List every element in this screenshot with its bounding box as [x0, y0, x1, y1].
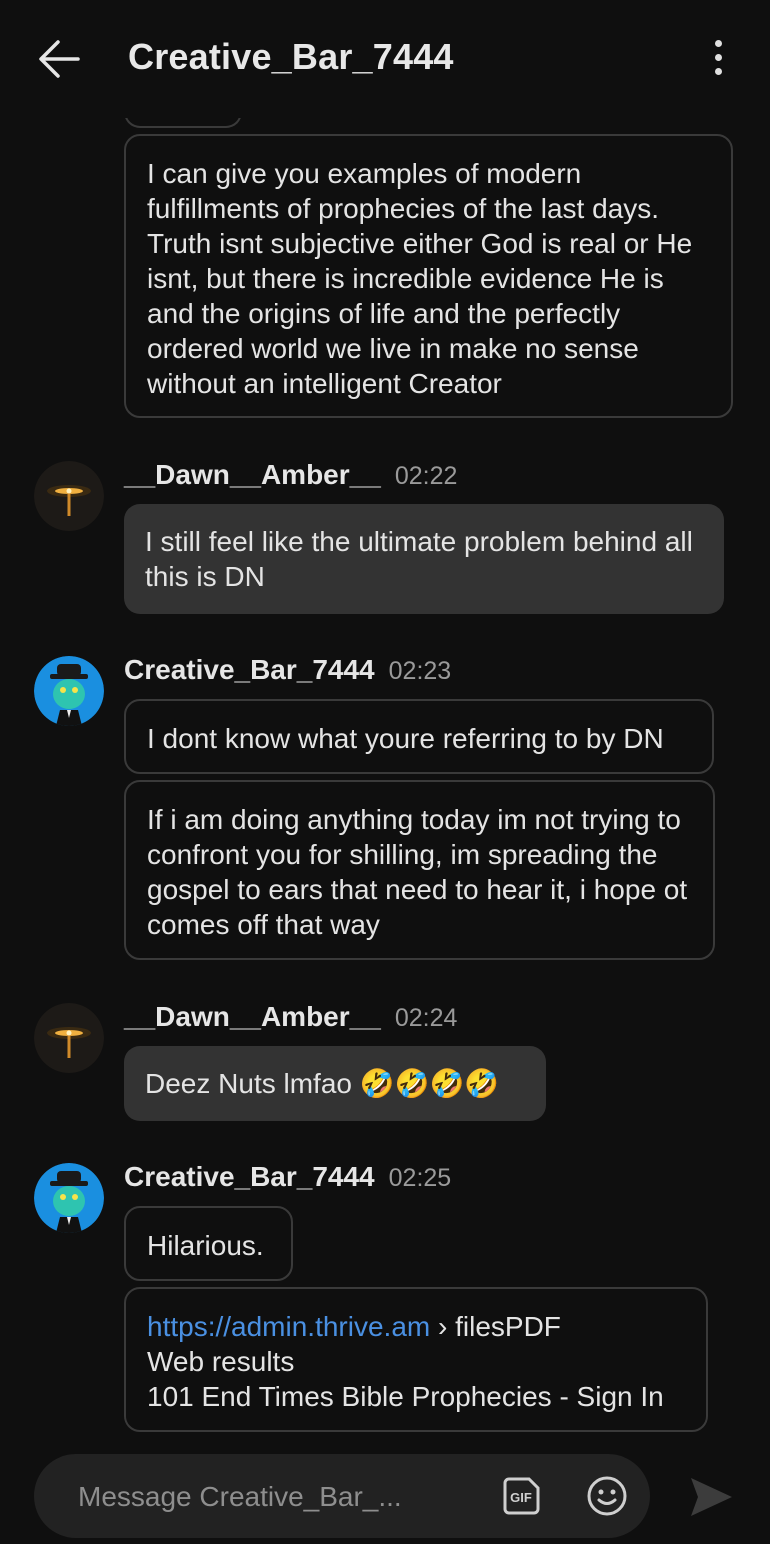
link-suffix: › filesPDF — [430, 1311, 561, 1342]
arrow-left-icon — [39, 40, 80, 78]
avatar[interactable] — [34, 461, 104, 531]
author-name[interactable]: __Dawn__Amber__ — [124, 459, 381, 490]
message-time: 02:24 — [394, 1004, 458, 1032]
link-line: https://admin.thrive.am › filesPDF — [147, 1309, 686, 1344]
message-text: Hilarious. — [147, 1230, 264, 1261]
message-composer: GIF — [34, 1454, 650, 1538]
message-header: __Dawn__Amber__ 02:22 — [124, 459, 457, 491]
chat-header: Creative_Bar_7444 — [0, 0, 770, 118]
page-title: Creative_Bar_7444 — [128, 36, 454, 77]
cartoon-avatar-icon — [34, 1163, 104, 1233]
message-text: I can give you examples of modern fulfil… — [147, 158, 693, 399]
smiley-icon — [587, 1476, 627, 1516]
message-header: __Dawn__Amber__ 02:24 — [124, 1001, 457, 1033]
message-bubble[interactable]: I dont know what youre referring to by D… — [124, 699, 714, 774]
message-text-line: 101 End Times Bible Prophecies - Sign In — [147, 1381, 664, 1412]
message-header: Creative_Bar_7444 02:25 — [124, 1161, 451, 1193]
more-vertical-icon — [715, 40, 722, 47]
more-options-button[interactable] — [700, 36, 736, 80]
message-time: 02:22 — [394, 462, 458, 490]
author-name[interactable]: Creative_Bar_7444 — [124, 1161, 375, 1192]
candle-avatar-icon — [34, 1003, 104, 1073]
message-link[interactable]: https://admin.thrive.am — [147, 1311, 430, 1342]
message-text: I still feel like the ultimate problem b… — [145, 526, 693, 592]
svg-text:GIF: GIF — [510, 1490, 532, 1505]
message-bubble[interactable]: If i am doing anything today im not tryi… — [124, 780, 715, 960]
author-name[interactable]: __Dawn__Amber__ — [124, 1001, 381, 1032]
send-icon — [691, 1478, 732, 1516]
message-input[interactable] — [78, 1478, 498, 1516]
more-dot — [715, 54, 722, 61]
message-bubble[interactable]: https://admin.thrive.am › filesPDF Web r… — [124, 1287, 708, 1432]
candle-avatar-icon — [34, 461, 104, 531]
message-text: If i am doing anything today im not tryi… — [147, 804, 688, 940]
more-dot — [715, 68, 722, 75]
back-button[interactable] — [34, 34, 84, 84]
message-text: Deez Nuts lmfao 🤣🤣🤣🤣 — [145, 1068, 500, 1099]
avatar[interactable] — [34, 1003, 104, 1073]
cartoon-avatar-icon — [34, 656, 104, 726]
author-name[interactable]: Creative_Bar_7444 — [124, 654, 375, 685]
gif-button[interactable]: GIF — [500, 1474, 544, 1518]
send-button[interactable] — [688, 1475, 734, 1519]
message-bubble[interactable]: I can give you examples of modern fulfil… — [124, 134, 733, 418]
message-header: Creative_Bar_7444 02:23 — [124, 654, 451, 686]
emoji-button[interactable] — [586, 1475, 628, 1517]
message-text: I dont know what youre referring to by D… — [147, 723, 664, 754]
chat-screen: Creative_Bar_7444 I can give you example… — [0, 0, 770, 1544]
message-bubble[interactable]: Hilarious. — [124, 1206, 293, 1281]
avatar[interactable] — [34, 1163, 104, 1233]
message-bubble[interactable]: I still feel like the ultimate problem b… — [124, 504, 724, 614]
message-bubble[interactable]: Deez Nuts lmfao 🤣🤣🤣🤣 — [124, 1046, 546, 1121]
gif-icon: GIF — [503, 1477, 540, 1515]
message-text-line: Web results — [147, 1346, 295, 1377]
avatar[interactable] — [34, 656, 104, 726]
message-time: 02:25 — [388, 1164, 452, 1192]
message-time: 02:23 — [388, 657, 452, 685]
